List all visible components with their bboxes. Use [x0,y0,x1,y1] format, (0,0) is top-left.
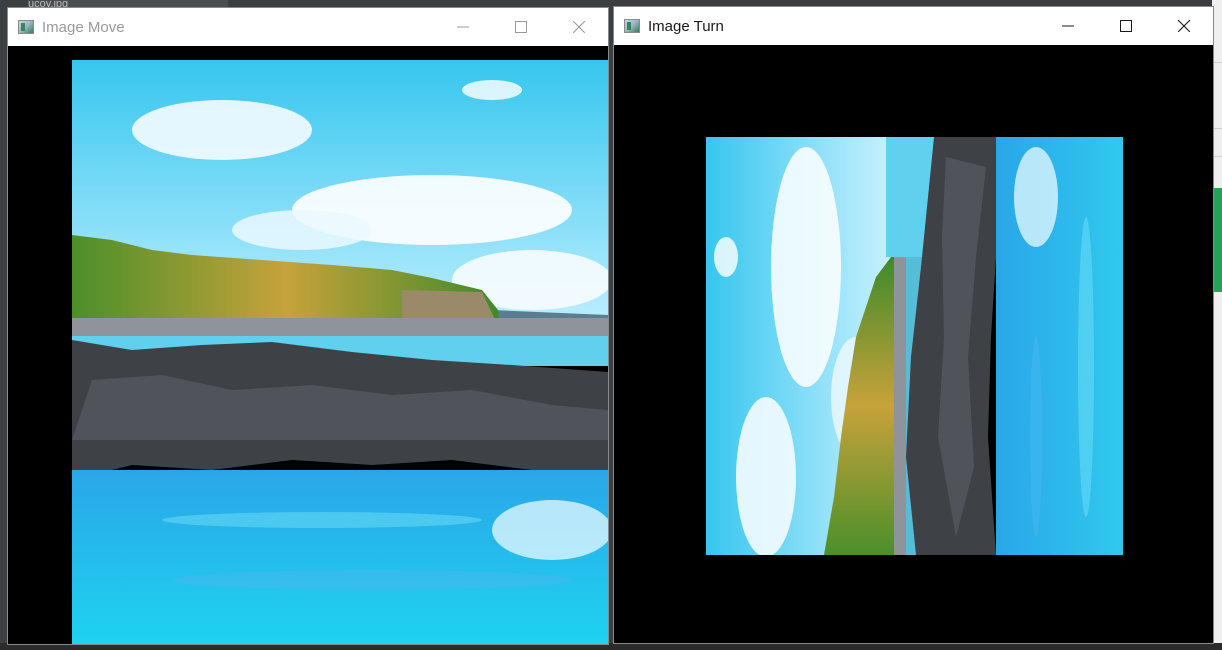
minimize-icon [457,26,469,28]
close-button[interactable] [1155,7,1213,45]
window-title: Image Turn [648,17,724,35]
maximize-button[interactable] [492,8,550,46]
image-move-canvas [8,46,608,644]
maximize-icon [515,21,527,33]
minimize-icon [1062,25,1074,27]
image-turn-titlebar[interactable]: Image Turn [614,7,1213,45]
app-icon [624,19,640,33]
image-turn-canvas [614,45,1213,643]
minimize-button[interactable] [434,8,492,46]
image-move-window: Image Move [7,7,609,645]
maximize-button[interactable] [1097,7,1155,45]
image-turn-window: Image Turn [613,6,1214,644]
close-icon [1178,20,1190,32]
moved-photo [72,60,608,644]
image-move-titlebar[interactable]: Image Move [8,8,608,46]
app-icon [18,20,34,34]
rotated-photo [706,137,1123,555]
seascape-photo-rotated-icon [706,137,1123,555]
minimize-button[interactable] [1039,7,1097,45]
maximize-icon [1120,20,1132,32]
close-icon [573,21,585,33]
seascape-photo-icon [72,60,608,644]
close-button[interactable] [550,8,608,46]
window-title: Image Move [42,18,125,36]
